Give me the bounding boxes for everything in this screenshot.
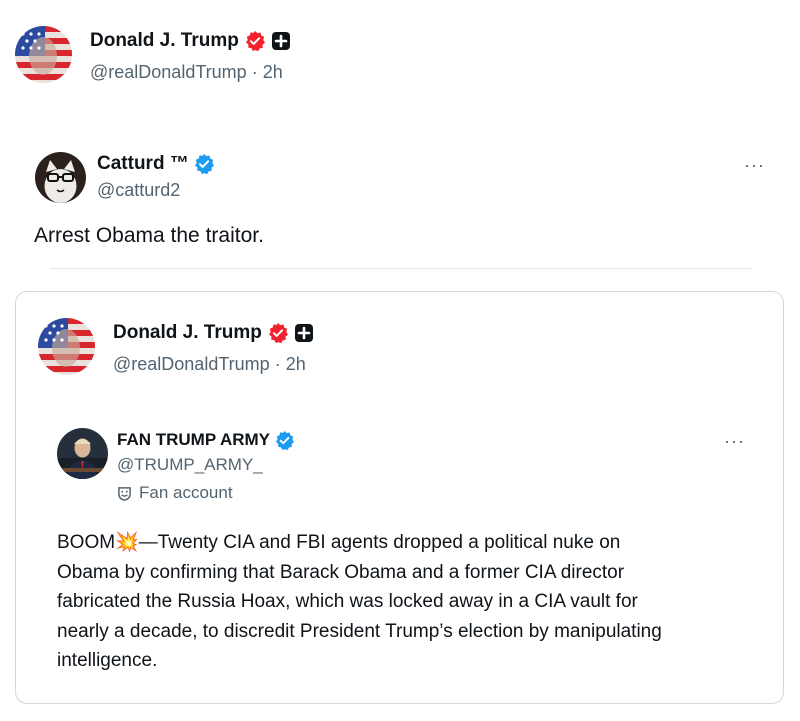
flag-face-avatar-icon (38, 318, 95, 375)
plus-square-icon[interactable] (294, 323, 314, 343)
boom-text: BOOM (57, 532, 116, 553)
avatar-donald-trump[interactable] (15, 26, 72, 83)
theater-mask-icon (118, 486, 131, 501)
verified-badge-icon[interactable] (194, 154, 214, 174)
body-line-4: nearly a decade, to discredit President … (57, 620, 662, 642)
body-line-3: fabricated the Russia Hoax, which was lo… (57, 591, 638, 612)
separator-dot: · (251, 62, 258, 82)
divider (50, 268, 753, 269)
cat-avatar-icon (35, 152, 86, 203)
inner-post-body: BOOM💥—Twenty CIA and FBI agents dropped … (57, 528, 769, 676)
more-options-icon[interactable]: ··· (724, 432, 745, 450)
inner-author-handle[interactable]: @TRUMP_ARMY_ (117, 455, 263, 475)
inner-author-name[interactable]: FAN TRUMP ARMY (117, 430, 270, 450)
more-options-icon[interactable]: ··· (744, 156, 765, 174)
verified-badge-icon[interactable] (268, 323, 288, 343)
nested-author-name[interactable]: Donald J. Trump (113, 322, 262, 344)
plus-square-icon[interactable] (271, 31, 291, 51)
author-name[interactable]: Donald J. Trump (90, 30, 239, 52)
separator-dot: · (274, 354, 281, 374)
body-line-2: Obama by confirming that Barack Obama an… (57, 561, 625, 583)
person-avatar-icon (57, 428, 108, 479)
quoted-author-handle[interactable]: @catturd2 (97, 180, 180, 201)
verified-badge-icon[interactable] (245, 31, 265, 51)
quoted-author-name[interactable]: Catturd ™ (97, 153, 189, 175)
post-time[interactable]: 2h (263, 62, 283, 82)
body-line-5: intelligence. (57, 650, 158, 671)
avatar-catturd[interactable] (35, 152, 86, 203)
avatar-donald-trump-nested[interactable] (38, 318, 95, 375)
body-line-1: —Twenty CIA and FBI agents dropped a pol… (138, 532, 621, 553)
fan-account-label: Fan account (139, 483, 233, 502)
nested-post-time[interactable]: 2h (286, 354, 306, 374)
nested-author-handle[interactable]: @realDonaldTrump (113, 354, 270, 374)
quoted-post-body: Arrest Obama the traitor. (34, 224, 264, 247)
flag-face-avatar-icon (15, 26, 72, 83)
author-handle[interactable]: @realDonaldTrump (90, 62, 247, 82)
verified-badge-icon[interactable] (275, 430, 294, 450)
avatar-fan-trump-army[interactable] (57, 428, 108, 479)
collision-emoji-icon: 💥 (115, 532, 139, 553)
